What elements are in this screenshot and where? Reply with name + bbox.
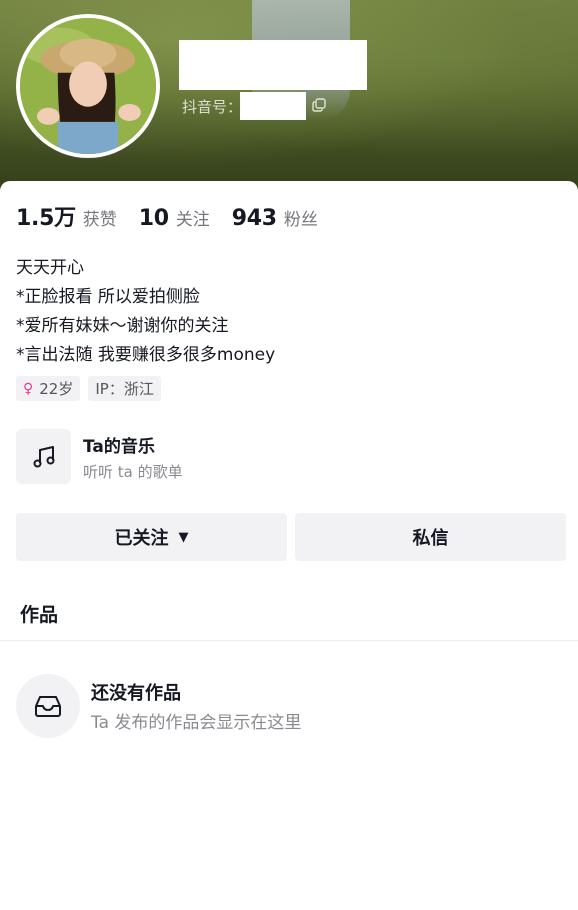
message-label: 私信 [412, 528, 449, 549]
stat-value: 10 [138, 206, 169, 231]
caret-down-icon: ▼ [178, 529, 189, 545]
music-entry[interactable]: Ta的音乐 听听 ta 的歌单 [16, 429, 183, 484]
stat-label: 关注 [175, 210, 210, 230]
bio-line: *言出法随 我要赚很多很多money [16, 345, 276, 365]
douyin-id-redacted [240, 92, 306, 120]
music-subtitle: 听听 ta 的歌单 [83, 462, 183, 481]
music-icon-box [16, 429, 71, 484]
avatar-photo [20, 18, 156, 154]
message-button[interactable]: 私信 [295, 513, 566, 561]
stat-value: 1.5万 [16, 206, 76, 231]
followed-button[interactable]: 已关注 ▼ [16, 513, 287, 561]
stat-label: 粉丝 [283, 210, 318, 230]
avatar[interactable] [16, 14, 160, 158]
female-icon: ♀ [23, 380, 34, 397]
empty-works-subtitle: Ta 发布的作品会显示在这里 [91, 713, 302, 733]
stat-following[interactable]: 10 关注 [139, 205, 210, 231]
stat-value: 943 [231, 206, 277, 231]
age-text: 22岁 [39, 380, 74, 398]
inbox-icon [35, 696, 61, 717]
empty-icon-circle [16, 674, 80, 738]
nickname-redacted [179, 40, 367, 90]
stat-likes[interactable]: 1.5万 获赞 [16, 200, 117, 232]
music-text: Ta的音乐 听听 ta 的歌单 [83, 432, 183, 482]
tab-works[interactable]: 作品 [20, 600, 58, 627]
bio-line: *爱所有妹妹～谢谢你的关注 [16, 316, 229, 336]
music-note-icon [33, 445, 54, 467]
stat-label: 获赞 [82, 210, 117, 230]
divider [0, 640, 578, 641]
profile-stats: 1.5万 获赞 10 关注 943 粉丝 [16, 200, 340, 232]
ip-tag: IP：浙江 [88, 376, 161, 401]
music-title: Ta的音乐 [83, 436, 155, 457]
bio-line: 天天开心 [16, 258, 84, 278]
stat-followers[interactable]: 943 粉丝 [232, 205, 318, 231]
profile-bio: 天天开心 *正脸报看 所以爱拍侧脸 *爱所有妹妹～谢谢你的关注 *言出法随 我要… [16, 254, 275, 370]
empty-works-title: 还没有作品 [91, 683, 181, 704]
age-tag: ♀ 22岁 [16, 376, 81, 401]
ip-text: IP：浙江 [95, 380, 154, 398]
copy-icon[interactable] [312, 98, 326, 112]
bio-line: *正脸报看 所以爱拍侧脸 [16, 287, 200, 307]
profile-tags: ♀ 22岁 IP：浙江 [16, 376, 169, 401]
douyin-id-label: 抖音号： [182, 98, 243, 116]
followed-label: 已关注 [114, 528, 169, 549]
